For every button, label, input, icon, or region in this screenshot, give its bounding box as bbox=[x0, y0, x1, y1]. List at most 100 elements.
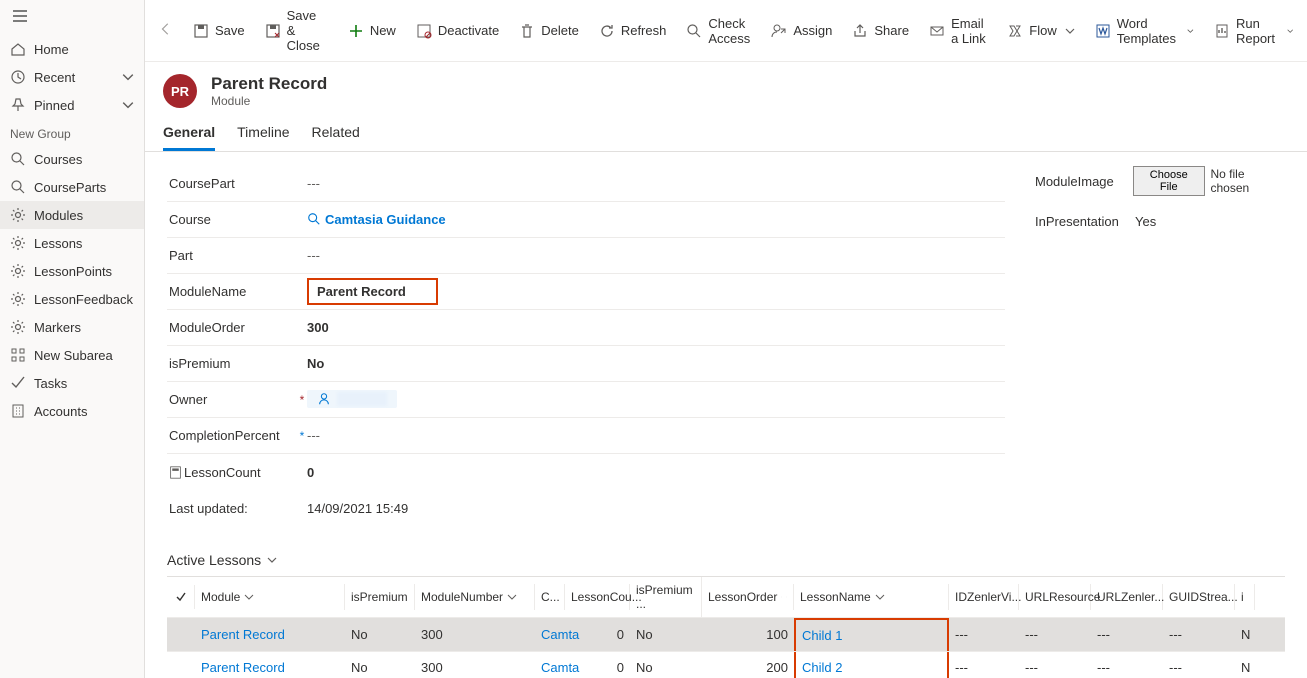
cmd-label: Assign bbox=[793, 23, 832, 38]
clock-icon bbox=[10, 69, 26, 85]
chevron-down-icon bbox=[786, 592, 787, 602]
col-module[interactable]: Module bbox=[195, 584, 345, 610]
module-link[interactable]: Parent Record bbox=[201, 660, 285, 675]
section-title-lessons[interactable]: Active Lessons bbox=[167, 552, 1285, 568]
hamburger-button[interactable] bbox=[0, 0, 144, 35]
cmd-save-close[interactable]: Save & Close bbox=[257, 4, 336, 57]
avatar: PR bbox=[163, 74, 197, 108]
col-idzenler[interactable]: IDZenlerVi... bbox=[949, 584, 1019, 610]
assign-icon bbox=[771, 23, 787, 39]
col-ispremium2[interactable]: isPremium ... bbox=[630, 577, 702, 617]
lesson-link[interactable]: Child 1 bbox=[802, 628, 842, 643]
row-select[interactable] bbox=[167, 627, 195, 643]
row-select[interactable] bbox=[167, 660, 195, 676]
sidebar: HomeRecent Pinned New Group Courses Course… bbox=[0, 0, 145, 678]
back-button[interactable] bbox=[151, 18, 181, 43]
nav-label: Pinned bbox=[34, 98, 114, 113]
field-label-course: Course bbox=[167, 212, 297, 227]
tab-timeline[interactable]: Timeline bbox=[237, 118, 289, 151]
field-label-inpresentation: InPresentation bbox=[1035, 214, 1135, 229]
col-lessonname[interactable]: LessonName bbox=[794, 584, 949, 610]
cmd-label: Check Access bbox=[708, 16, 751, 46]
nav-lessonpoints[interactable]: LessonPoints bbox=[0, 257, 144, 285]
nav-new-subarea[interactable]: New Subarea bbox=[0, 341, 144, 369]
flow-icon bbox=[1007, 23, 1023, 39]
chevron-down-icon bbox=[875, 592, 885, 602]
col-guidstream[interactable]: GUIDStrea... bbox=[1163, 584, 1235, 610]
cmd-word-templates[interactable]: Word Templates bbox=[1087, 4, 1202, 57]
mail-icon bbox=[929, 23, 945, 39]
col-c[interactable]: C... bbox=[535, 584, 565, 610]
field-value-ispremium[interactable]: No bbox=[307, 352, 1005, 375]
choose-file-button[interactable]: Choose File bbox=[1133, 166, 1205, 196]
cmd-flow[interactable]: Flow bbox=[999, 4, 1082, 57]
nav-tasks[interactable]: Tasks bbox=[0, 369, 144, 397]
col-select-all[interactable] bbox=[167, 585, 195, 609]
lesson-link[interactable]: Child 2 bbox=[802, 660, 842, 675]
module-link[interactable]: Parent Record bbox=[201, 627, 285, 642]
nav-recent[interactable]: Recent bbox=[0, 63, 144, 91]
nav-markers[interactable]: Markers bbox=[0, 313, 144, 341]
cell-c: Camta bbox=[535, 652, 565, 678]
nav-modules[interactable]: Modules bbox=[0, 201, 144, 229]
cell-urlr: --- bbox=[1019, 652, 1091, 678]
cmd-label: Delete bbox=[541, 23, 579, 38]
grid-row[interactable]: Parent RecordNo300Camta0No100Child 1----… bbox=[167, 618, 1285, 652]
owner-name-redacted bbox=[337, 392, 387, 406]
grid-row[interactable]: Parent RecordNo300Camta0No200Child 2----… bbox=[167, 652, 1285, 678]
col-modulenumber[interactable]: ModuleNumber bbox=[415, 584, 535, 610]
nav-home[interactable]: Home bbox=[0, 35, 144, 63]
col-urlresource[interactable]: URLResource bbox=[1019, 584, 1091, 610]
nav-lessonfeedback[interactable]: LessonFeedback bbox=[0, 285, 144, 313]
nav-pinned[interactable]: Pinned bbox=[0, 91, 144, 119]
cmd-save[interactable]: Save bbox=[185, 4, 253, 57]
nav-courses[interactable]: Courses bbox=[0, 145, 144, 173]
col-urlzenler[interactable]: URLZenler... bbox=[1091, 584, 1163, 610]
cmd-assign[interactable]: Assign bbox=[763, 4, 840, 57]
col-more[interactable]: i bbox=[1235, 584, 1255, 610]
col-lessoncount[interactable]: LessonCou... bbox=[565, 584, 630, 610]
cmd-run-report[interactable]: Run Report bbox=[1206, 4, 1301, 57]
field-value-modulename[interactable]: Parent Record bbox=[307, 274, 1005, 309]
field-label-lastupdated: Last updated: bbox=[167, 501, 297, 516]
cell-c: Camta bbox=[535, 619, 565, 650]
check-icon bbox=[10, 375, 26, 391]
field-label-modulename: ModuleName bbox=[167, 284, 297, 299]
cell-urlz: --- bbox=[1091, 619, 1163, 650]
cmd-email-a-link[interactable]: Email a Link bbox=[921, 4, 995, 57]
hamburger-icon bbox=[12, 8, 28, 24]
nav-label: Lessons bbox=[34, 236, 134, 251]
cmd-delete[interactable]: Delete bbox=[511, 4, 587, 57]
cmd-check-access[interactable]: Check Access bbox=[678, 4, 759, 57]
field-value-moduleorder[interactable]: 300 bbox=[307, 316, 1005, 339]
cmd-new[interactable]: New bbox=[340, 4, 404, 57]
nav-label: Courses bbox=[34, 152, 134, 167]
nav-lessons[interactable]: Lessons bbox=[0, 229, 144, 257]
col-ispremium[interactable]: isPremium bbox=[345, 584, 415, 610]
save-icon bbox=[193, 23, 209, 39]
field-value-part[interactable]: --- bbox=[307, 244, 1005, 267]
col-lessonorder[interactable]: LessonOrder bbox=[702, 584, 794, 610]
course-link[interactable]: Camtasia Guidance bbox=[307, 212, 446, 227]
field-value-coursepart[interactable]: --- bbox=[307, 172, 1005, 195]
nav-group-label: New Group bbox=[0, 119, 144, 145]
nav-courseparts[interactable]: CourseParts bbox=[0, 173, 144, 201]
cell-mnum: 300 bbox=[415, 652, 535, 678]
cmd-deactivate[interactable]: Deactivate bbox=[408, 4, 507, 57]
command-bar: SaveSave & CloseNewDeactivate Delete Refre… bbox=[145, 0, 1307, 62]
tab-related[interactable]: Related bbox=[312, 118, 360, 151]
nav-accounts[interactable]: Accounts bbox=[0, 397, 144, 425]
nav-label: LessonFeedback bbox=[34, 292, 134, 307]
tab-general[interactable]: General bbox=[163, 118, 215, 151]
field-value-completion[interactable]: --- bbox=[307, 424, 1005, 447]
field-value-owner[interactable] bbox=[307, 386, 1005, 413]
cmd-share[interactable]: Share bbox=[844, 4, 917, 57]
pin-icon bbox=[10, 97, 26, 113]
home-icon bbox=[10, 41, 26, 57]
report-icon bbox=[1214, 23, 1230, 39]
cell-urlr: --- bbox=[1019, 619, 1091, 650]
cell-guid: --- bbox=[1163, 619, 1235, 650]
cmd-refresh[interactable]: Refresh bbox=[591, 4, 675, 57]
field-value-inpresentation[interactable]: Yes bbox=[1135, 214, 1156, 229]
chevron-down-icon bbox=[1287, 26, 1293, 36]
